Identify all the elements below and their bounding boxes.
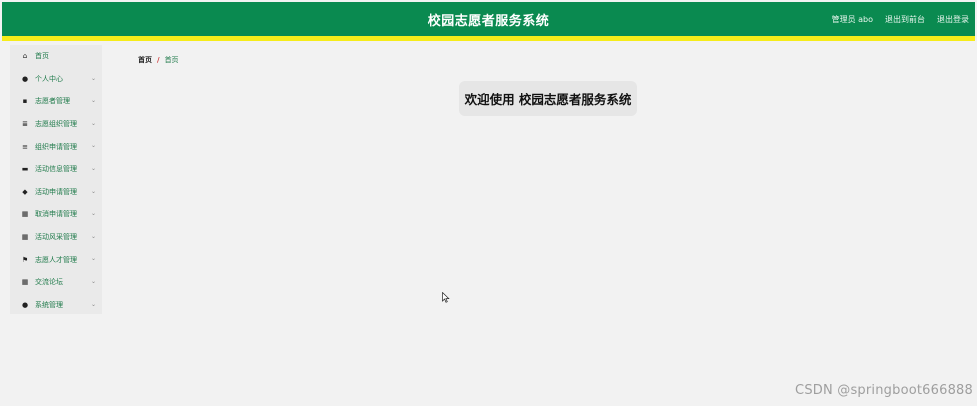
sidebar-item-label: 组织申请管理 bbox=[35, 142, 77, 151]
sidebar-item-label: 交流论坛 bbox=[35, 278, 63, 287]
watermark-text: CSDN @springboot666888 bbox=[795, 383, 973, 398]
welcome-banner: 欢迎使用 校园志愿者服务系统 bbox=[459, 81, 637, 116]
sidebar-item[interactable]: ≣ 志愿组织管理 ⌄ bbox=[10, 113, 102, 136]
sidebar-item[interactable]: ≡ 组织申请管理 ⌄ bbox=[10, 135, 102, 158]
logout-link[interactable]: 退出登录 bbox=[937, 14, 969, 25]
top-header: 校园志愿者服务系统 管理员 abo 退出到前台 退出登录 bbox=[2, 2, 975, 36]
sidebar-item[interactable]: ▦ 交流论坛 ⌄ bbox=[10, 271, 102, 294]
mouse-cursor-icon bbox=[442, 292, 450, 303]
sidebar-item-label: 取消申请管理 bbox=[35, 210, 77, 219]
sidebar-item-label: 活动风采管理 bbox=[35, 233, 77, 242]
welcome-text: 欢迎使用 校园志愿者服务系统 bbox=[464, 92, 632, 107]
chevron-down-icon: ⌄ bbox=[90, 74, 96, 82]
menu-icon: ≡ bbox=[22, 142, 28, 151]
chevron-down-icon: ⌄ bbox=[90, 232, 96, 240]
home-icon: ⌂ bbox=[22, 52, 28, 61]
sidebar-item[interactable]: ▪ 志愿者管理 ⌄ bbox=[10, 90, 102, 113]
sidebar-item-label: 活动信息管理 bbox=[35, 165, 77, 174]
grid-icon: ▦ bbox=[21, 233, 29, 242]
chevron-down-icon: ⌄ bbox=[90, 210, 96, 218]
chevron-down-icon: ⌄ bbox=[90, 119, 96, 127]
ticket-icon: ▬ bbox=[21, 165, 29, 174]
sidebar-item-label: 志愿者管理 bbox=[35, 97, 70, 106]
sidebar-item[interactable]: ▬ 活动信息管理 ⌄ bbox=[10, 158, 102, 181]
sidebar-item[interactable]: ▦ 活动风采管理 ⌄ bbox=[10, 226, 102, 249]
thumbs-up-icon: ◆ bbox=[22, 187, 28, 196]
grid-icon: ▦ bbox=[21, 278, 29, 287]
breadcrumb-home[interactable]: 首页 bbox=[138, 55, 152, 65]
chevron-down-icon: ⌄ bbox=[90, 142, 96, 150]
breadcrumb-separator: / bbox=[157, 56, 160, 64]
sidebar-item[interactable]: ● 个人中心 ⌄ bbox=[10, 68, 102, 91]
app-title: 校园志愿者服务系统 bbox=[427, 13, 550, 29]
chevron-down-icon: ⌄ bbox=[90, 255, 96, 263]
sidebar-item-label: 系统管理 bbox=[35, 300, 63, 309]
sidebar-item[interactable]: ⚑ 志愿人才管理 ⌄ bbox=[10, 248, 102, 271]
admin-user-label: 管理员 abo bbox=[831, 14, 873, 24]
breadcrumb-current: 首页 bbox=[164, 56, 179, 64]
sidebar-item[interactable]: ▦ 取消申请管理 ⌄ bbox=[10, 203, 102, 226]
pin-icon: ● bbox=[21, 300, 29, 309]
sidebar-item-label: 首页 bbox=[35, 52, 49, 61]
sidebar-item-label: 个人中心 bbox=[35, 74, 63, 83]
sidebar-item-label: 志愿人才管理 bbox=[35, 255, 77, 264]
list-icon: ≣ bbox=[22, 120, 28, 129]
chevron-down-icon: ⌄ bbox=[90, 187, 96, 195]
breadcrumb: 首页 / 首页 bbox=[138, 55, 179, 65]
chevron-down-icon: ⌄ bbox=[90, 277, 96, 285]
chevron-down-icon: ⌄ bbox=[90, 164, 96, 172]
user-icon: ● bbox=[21, 74, 29, 83]
clipboard-icon: ▪ bbox=[22, 97, 28, 106]
sidebar-item[interactable]: ◆ 活动申请管理 ⌄ bbox=[10, 181, 102, 204]
sidebar-item[interactable]: ● 系统管理 ⌄ bbox=[10, 294, 102, 317]
sidebar-item-label: 志愿组织管理 bbox=[35, 120, 77, 129]
sidebar-menu: ⌂ 首页 ● 个人中心 ⌄ ▪ 志愿者管理 ⌄ ≣ 志愿组织管理 ⌄ ≡ 组织申请管理 ⌄ ▬ 活动信息管理 ⌄… bbox=[10, 45, 102, 314]
sidebar-item-label: 活动申请管理 bbox=[35, 187, 77, 196]
sidebar-item[interactable]: ⌂ 首页 bbox=[10, 45, 102, 68]
chevron-down-icon: ⌄ bbox=[90, 97, 96, 105]
flag-icon: ⚑ bbox=[21, 255, 29, 264]
header-actions: 管理员 abo 退出到前台 退出登录 bbox=[832, 2, 969, 36]
chevron-down-icon: ⌄ bbox=[90, 300, 96, 308]
app-frame: 校园志愿者服务系统 管理员 abo 退出到前台 退出登录 ⌂ 首页 ● 个人中心 ⌄ ▪ 志… bbox=[0, 0, 977, 406]
grid-icon: ▦ bbox=[21, 210, 29, 219]
go-to-frontend-link[interactable]: 退出到前台 bbox=[885, 14, 925, 25]
main-content: 首页 / 首页 欢迎使用 校园志愿者服务系统 bbox=[118, 41, 975, 404]
